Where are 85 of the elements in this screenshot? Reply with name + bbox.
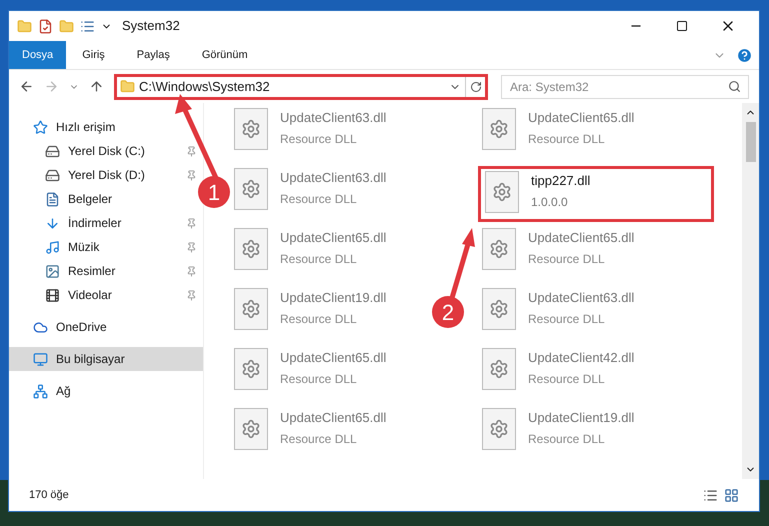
folder-icon bbox=[120, 79, 135, 94]
scrollbar[interactable] bbox=[742, 103, 759, 479]
sidebar-item[interactable]: Yerel Disk (D:) bbox=[9, 163, 174, 187]
search-icon[interactable] bbox=[728, 80, 741, 92]
file-name[interactable]: UpdateClient65.dll bbox=[280, 408, 386, 428]
properties-icon[interactable] bbox=[38, 18, 53, 34]
file-gear-icon bbox=[234, 408, 268, 450]
file-gear-icon bbox=[234, 348, 268, 390]
file-subtitle: Resource DLL bbox=[280, 370, 358, 388]
file-subtitle: Resource DLL bbox=[528, 310, 606, 328]
sidebar-item[interactable]: Yerel Disk (C:) bbox=[9, 139, 174, 163]
back-icon[interactable] bbox=[19, 79, 34, 94]
download-icon bbox=[45, 216, 60, 230]
item-count: 170 öğe bbox=[29, 488, 69, 503]
maximize-icon bbox=[676, 20, 688, 32]
cloud-icon bbox=[33, 320, 48, 334]
pin-icon[interactable] bbox=[186, 242, 197, 252]
file-subtitle: Resource DLL bbox=[280, 430, 358, 448]
sidebar-item[interactable]: Ağ bbox=[9, 379, 174, 403]
file-name[interactable]: UpdateClient65.dll bbox=[280, 228, 386, 248]
file-gear-icon bbox=[482, 288, 516, 330]
sidebar-item[interactable]: OneDrive bbox=[9, 315, 174, 339]
file-name[interactable]: UpdateClient19.dll bbox=[528, 408, 634, 428]
pin-icon[interactable] bbox=[186, 218, 197, 228]
ribbon-tab[interactable]: Giriş bbox=[66, 41, 121, 69]
file-subtitle: 1.0.0.0 bbox=[531, 194, 569, 210]
sidebar-item[interactable]: Hızlı erişim bbox=[9, 115, 174, 139]
pin-icon[interactable] bbox=[186, 146, 197, 156]
sidebar-item[interactable]: Resimler bbox=[9, 259, 174, 283]
pin-icon[interactable] bbox=[186, 290, 197, 300]
address-bar[interactable]: C:\Windows\System32 bbox=[114, 74, 488, 100]
tiles-view-icon[interactable] bbox=[724, 488, 739, 502]
drive-icon bbox=[45, 168, 60, 182]
ribbon-tab[interactable]: Görünüm bbox=[186, 41, 264, 69]
file-name[interactable]: UpdateClient65.dll bbox=[528, 228, 634, 248]
file-name[interactable]: UpdateClient65.dll bbox=[528, 108, 634, 128]
music-note-icon bbox=[45, 240, 60, 254]
picture-icon bbox=[45, 264, 60, 278]
file-name[interactable]: UpdateClient63.dll bbox=[280, 108, 386, 128]
file-subtitle: Resource DLL bbox=[528, 250, 606, 268]
document-icon bbox=[45, 192, 60, 206]
scroll-thumb[interactable] bbox=[746, 122, 756, 162]
file-gear-icon bbox=[234, 288, 268, 330]
up-icon[interactable] bbox=[89, 79, 104, 94]
sidebar-item[interactable]: Videolar bbox=[9, 283, 174, 307]
file-subtitle: Resource DLL bbox=[280, 190, 358, 208]
file-name[interactable]: UpdateClient19.dll bbox=[280, 288, 386, 308]
pin-icon[interactable] bbox=[186, 266, 197, 276]
film-icon bbox=[45, 288, 60, 302]
file-name[interactable]: UpdateClient63.dll bbox=[528, 288, 634, 308]
file-subtitle: Resource DLL bbox=[280, 310, 358, 328]
file-subtitle: Resource DLL bbox=[528, 430, 606, 448]
file-gear-icon bbox=[485, 171, 519, 213]
monitor-icon bbox=[33, 352, 48, 366]
file-name[interactable]: UpdateClient42.dll bbox=[528, 348, 634, 368]
pin-icon[interactable] bbox=[186, 170, 197, 180]
file-name[interactable]: UpdateClient63.dll bbox=[280, 168, 386, 188]
sidebar-item[interactable]: Müzik bbox=[9, 235, 174, 259]
file-name[interactable]: tipp227.dll bbox=[531, 171, 590, 190]
file-gear-icon bbox=[482, 108, 516, 150]
sidebar-item[interactable]: İndirmeler bbox=[9, 211, 174, 235]
file-gear-icon bbox=[482, 348, 516, 390]
file-gear-icon bbox=[482, 228, 516, 270]
details-view-icon[interactable] bbox=[703, 488, 718, 502]
drive-icon bbox=[45, 144, 60, 158]
list-icon[interactable] bbox=[80, 18, 95, 34]
star-icon bbox=[33, 120, 48, 134]
network-icon bbox=[33, 384, 48, 398]
file-gear-icon bbox=[234, 108, 268, 150]
file-subtitle: Resource DLL bbox=[528, 370, 606, 388]
help-icon[interactable] bbox=[736, 46, 753, 64]
file-gear-icon bbox=[234, 228, 268, 270]
refresh-icon[interactable] bbox=[470, 80, 482, 92]
file-name[interactable]: UpdateClient65.dll bbox=[280, 348, 386, 368]
file-gear-icon bbox=[234, 168, 268, 210]
sidebar-item[interactable]: Belgeler bbox=[9, 187, 174, 211]
annotation-arrow bbox=[450, 228, 475, 299]
ribbon-tab[interactable]: Dosya bbox=[9, 41, 66, 69]
search-field[interactable]: Ara: System32 bbox=[501, 74, 749, 98]
file-subtitle: Resource DLL bbox=[528, 130, 606, 148]
window-title: System32 bbox=[122, 17, 180, 36]
file-subtitle: Resource DLL bbox=[280, 250, 358, 268]
file-gear-icon bbox=[482, 408, 516, 450]
ribbon-tab[interactable]: Paylaş bbox=[120, 41, 186, 69]
file-subtitle: Resource DLL bbox=[280, 130, 358, 148]
